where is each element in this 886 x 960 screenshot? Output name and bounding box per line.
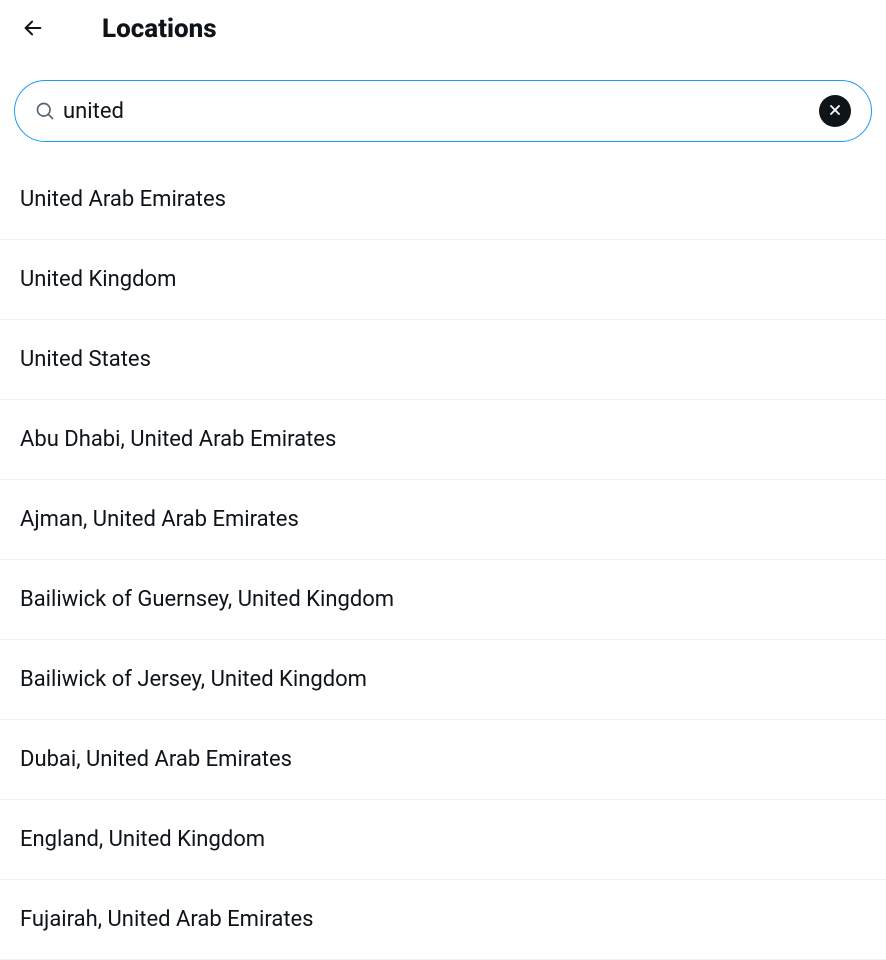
location-result-item[interactable]: Bailiwick of Guernsey, United Kingdom [0,560,886,640]
location-result-label: Bailiwick of Guernsey, United Kingdom [20,587,394,612]
location-result-item[interactable]: Abu Dhabi, United Arab Emirates [0,400,886,480]
location-result-label: United Arab Emirates [20,187,226,212]
location-result-label: England, United Kingdom [20,827,265,852]
location-result-item[interactable]: United Kingdom [0,240,886,320]
location-result-item[interactable]: United States [0,320,886,400]
location-result-label: Fujairah, United Arab Emirates [20,907,314,932]
header: Locations [0,0,886,68]
results-list: United Arab Emirates United Kingdom United… [0,160,886,960]
location-result-label: Dubai, United Arab Emirates [20,747,292,772]
close-icon [827,102,843,121]
back-button[interactable] [14,10,52,48]
location-result-item[interactable]: Ajman, United Arab Emirates [0,480,886,560]
search-wrapper [14,80,872,142]
location-result-item[interactable]: Fujairah, United Arab Emirates [0,880,886,960]
location-result-label: Ajman, United Arab Emirates [20,507,299,532]
page-title: Locations [102,14,217,44]
location-result-item[interactable]: Bailiwick of Jersey, United Kingdom [0,640,886,720]
location-result-label: Abu Dhabi, United Arab Emirates [20,427,336,452]
location-result-label: United Kingdom [20,267,176,292]
search-container [14,80,872,142]
arrow-left-icon [22,17,44,42]
location-result-item[interactable]: United Arab Emirates [0,160,886,240]
location-result-label: Bailiwick of Jersey, United Kingdom [20,667,367,692]
location-result-label: United States [20,347,151,372]
location-result-item[interactable]: Dubai, United Arab Emirates [0,720,886,800]
location-result-item[interactable]: England, United Kingdom [0,800,886,880]
search-input[interactable] [63,99,819,124]
clear-search-button[interactable] [819,95,851,127]
search-icon [35,101,55,121]
